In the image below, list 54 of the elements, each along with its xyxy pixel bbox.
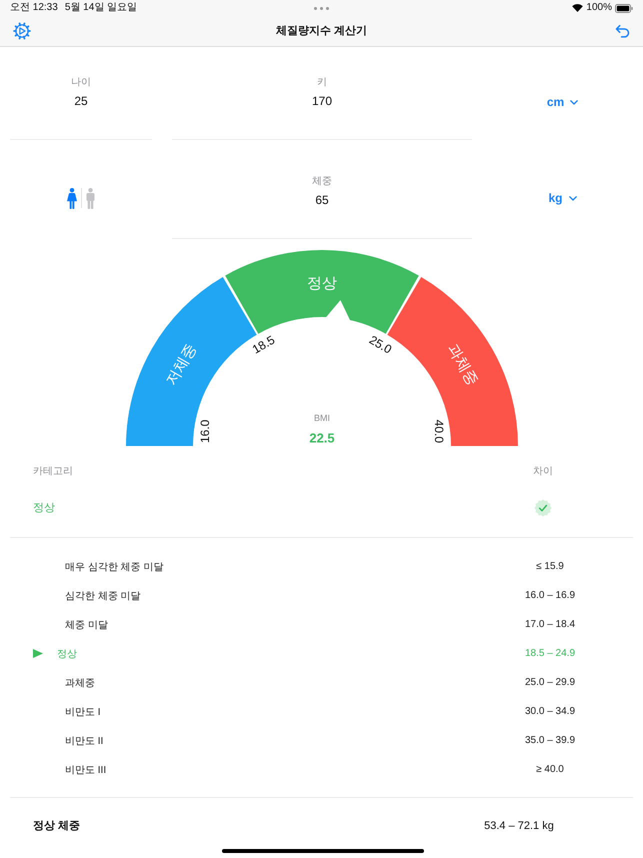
female-figure-icon[interactable] [67, 188, 77, 208]
range-value: 25.0 – 29.9 [524, 677, 576, 688]
tick-label: 25.0 [366, 332, 394, 357]
weight-unit-button[interactable]: kg [548, 191, 576, 205]
status-time: 오전 12:33 [10, 2, 58, 14]
tick-label: 16.0 [198, 420, 212, 443]
range-value: 18.5 – 24.9 [524, 648, 576, 659]
range-name: 비만도 I [65, 706, 101, 718]
category-value: 정상 [33, 501, 56, 516]
height-value: 170 [312, 93, 332, 109]
male-figure-icon[interactable] [86, 188, 95, 208]
range-value: 30.0 – 34.9 [524, 706, 576, 717]
segment-label: 정상 [306, 275, 336, 292]
range-name: 매우 심각한 체중 미달 [65, 560, 164, 574]
range-value: 16.0 – 16.9 [524, 590, 576, 601]
tick-label: 40.0 [432, 420, 446, 443]
settings-icon[interactable] [13, 22, 31, 40]
screen-title: 체질량지수 계산기 [276, 24, 368, 38]
check-badge-icon [534, 499, 552, 517]
range-value: 35.0 – 39.9 [524, 735, 576, 746]
bmi-label: BMI [314, 413, 330, 423]
range-value: ≤ 15.9 [535, 561, 565, 572]
range-name: 비만도 II [65, 734, 104, 748]
undo-arrow-icon[interactable] [615, 24, 630, 38]
chevron-down-icon [568, 196, 576, 200]
normal-weight-value: 53.4 – 72.1 kg [483, 819, 555, 834]
range-name: 체중 미달 [65, 618, 108, 632]
weight-field[interactable]: 체중 65 [172, 140, 472, 239]
age-label: 나이 [71, 77, 91, 89]
range-value: ≥ 40.0 [535, 764, 565, 775]
range-name: 과체중 [65, 676, 95, 690]
weight-label: 체중 [312, 176, 332, 188]
height-field[interactable]: 키 170 [172, 47, 472, 140]
status-date: 5월 14일 일요일 [64, 2, 138, 14]
tick-label: 18.5 [249, 332, 277, 357]
triangle-marker-icon [33, 649, 43, 658]
weight-value: 65 [315, 192, 329, 208]
multitask-dots-icon[interactable] [314, 6, 329, 10]
wifi-icon [572, 4, 584, 12]
age-field[interactable]: 나이 25 [10, 47, 152, 140]
normal-weight-label: 정상 체중 [33, 819, 82, 834]
category-heading: 카테고리 [33, 465, 74, 479]
range-name: 정상 [57, 648, 77, 660]
range-value: 17.0 – 18.4 [524, 619, 576, 630]
age-value: 25 [74, 93, 88, 109]
chevron-down-icon [570, 100, 578, 104]
bmi-value: 22.5 [308, 430, 334, 446]
difference-heading: 차이 [533, 465, 553, 479]
range-name: 비만도 III [65, 764, 106, 776]
battery-percent: 100% [586, 2, 612, 14]
height-unit-button[interactable]: cm [546, 95, 578, 109]
range-name: 심각한 체중 미달 [65, 590, 141, 602]
height-label: 키 [317, 77, 327, 89]
battery-icon [615, 4, 633, 12]
